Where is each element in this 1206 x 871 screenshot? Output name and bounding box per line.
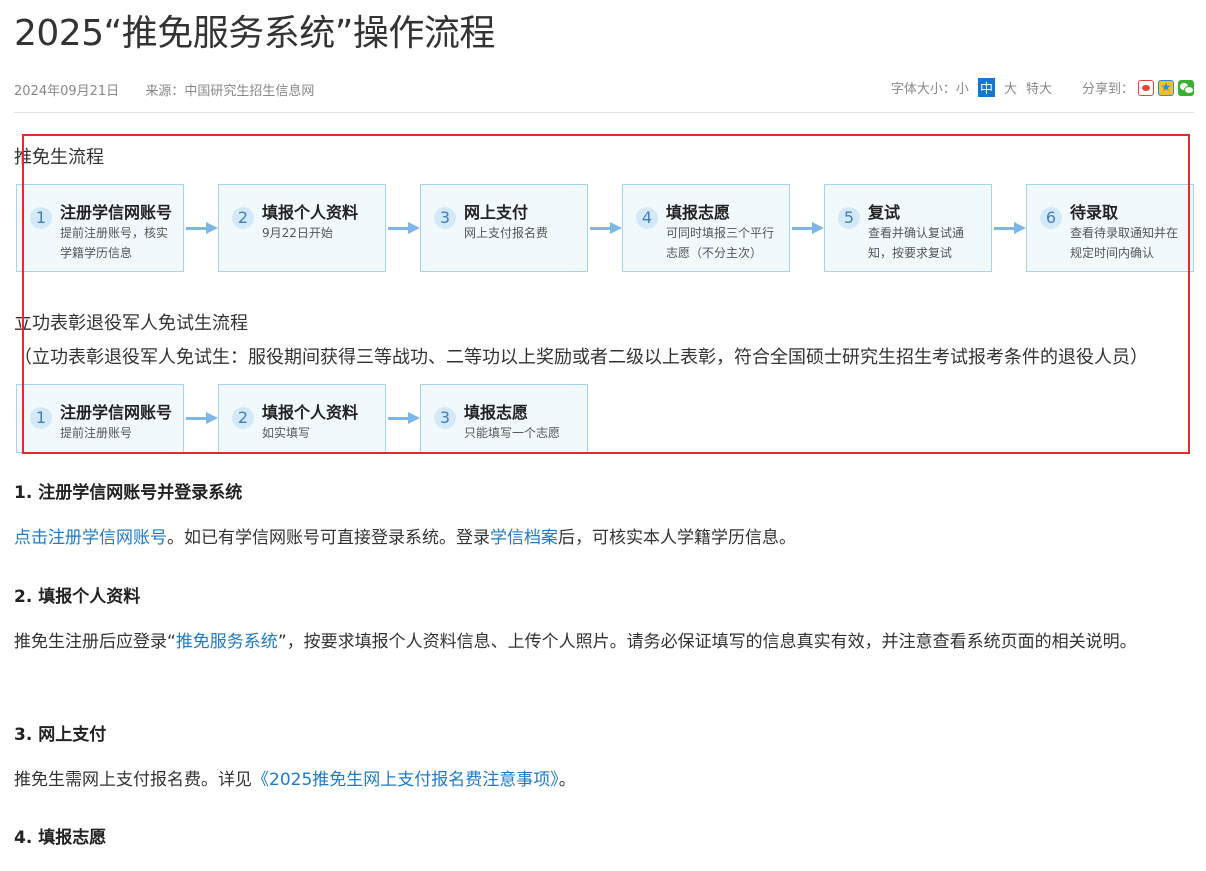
step-number: 3 (434, 207, 456, 229)
tuimian-system-link[interactable]: 推免服务系统 (176, 632, 278, 652)
font-size-large[interactable]: 大 (1004, 78, 1017, 97)
section-paragraph-2: 推免生注册后应登录“推免服务系统”，按要求填报个人资料信息、上传个人照片。请务必… (14, 625, 1174, 660)
step-name: 复试 (868, 203, 901, 222)
arrow-right-icon (388, 222, 420, 234)
arrow-right-icon (590, 222, 622, 234)
highlight-box (22, 134, 1190, 454)
step-desc: 如实填写 (262, 426, 311, 440)
flow1-step-5: 5 复试 查看并确认复试通知，按要求复试 (824, 184, 992, 272)
paragraph-text: 。如已有学信网账号可直接登录系统。登录 (167, 528, 490, 548)
flow2-step-3: 3 填报志愿 只能填写一个志愿 (420, 384, 588, 453)
publish-date: 2024年09月21日 (14, 84, 120, 99)
step-name: 注册学信网账号 (60, 403, 173, 422)
step-name: 网上支付 (464, 203, 529, 222)
step-number: 6 (1040, 207, 1062, 229)
flow2-note: （立功表彰退役军人免试生：服役期间获得三等战功、二等功以上奖励或者二级以上表彰，… (14, 347, 1148, 368)
section-paragraph-3: 推免生需网上支付报名费。详见《2025推免生网上支付报名费注意事项》。 (14, 763, 1174, 798)
step-name: 注册学信网账号 (60, 203, 173, 222)
flow2-step-1: 1 注册学信网账号 提前注册账号 (16, 384, 184, 453)
header-divider (14, 112, 1194, 113)
flow1-step-2: 2 填报个人资料 9月22日开始 (218, 184, 386, 272)
step-number: 1 (30, 207, 52, 229)
step-name: 填报志愿 (464, 403, 529, 422)
share-label: 分享到： (1081, 82, 1134, 97)
weibo-icon[interactable] (1138, 79, 1154, 96)
step-number: 4 (636, 207, 658, 229)
section-heading-4: 4. 填报志愿 (14, 828, 107, 848)
arrow-right-icon (186, 412, 218, 424)
section-paragraph-1: 点击注册学信网账号。如已有学信网账号可直接登录系统。登录学信档案后，可核实本人学… (14, 521, 1174, 556)
step-name: 填报志愿 (666, 203, 731, 222)
paragraph-text: 后，可核实本人学籍学历信息。 (558, 528, 796, 548)
payment-notice-link[interactable]: 《2025推免生网上支付报名费注意事项》 (252, 770, 559, 790)
step-number: 2 (232, 207, 254, 229)
flow1-step-4: 4 填报志愿 可同时填报三个平行志愿（不分主次） (622, 184, 790, 272)
chsi-archive-link[interactable]: 学信档案 (490, 528, 558, 548)
flow1-step-6: 6 待录取 查看待录取通知并在规定时间内确认 (1026, 184, 1194, 272)
flow2-step-2: 2 填报个人资料 如实填写 (218, 384, 386, 453)
wechat-icon[interactable] (1178, 79, 1194, 96)
step-number: 3 (434, 407, 456, 429)
step-name: 填报个人资料 (262, 403, 359, 422)
section-heading-3: 3. 网上支付 (14, 725, 107, 745)
step-desc: 查看待录取通知并在规定时间内确认 (1070, 226, 1179, 260)
step-desc: 查看并确认复试通知，按要求复试 (868, 226, 965, 260)
arrow-right-icon (792, 222, 824, 234)
step-name: 填报个人资料 (262, 203, 359, 222)
paragraph-text: ”，按要求填报个人资料信息、上传个人照片。请务必保证填写的信息真实有效，并注意查… (277, 632, 1137, 652)
step-desc: 网上支付报名费 (464, 226, 549, 240)
arrow-right-icon (994, 222, 1026, 234)
page-title: 2025“推免服务系统”操作流程 (14, 13, 495, 54)
section-heading-2: 2. 填报个人资料 (14, 587, 141, 607)
step-desc: 提前注册账号 (60, 426, 133, 440)
paragraph-text: 推免生注册后应登录“ (14, 632, 176, 652)
article-meta: 2024年09月21日 来源：中国研究生招生信息网 字体大小： 小 中 大 特大… (14, 78, 1194, 100)
flow2-title: 立功表彰退役军人免试生流程 (14, 313, 248, 334)
font-size-label: 字体大小： (890, 82, 956, 97)
step-name: 待录取 (1070, 203, 1119, 222)
paragraph-text: 推免生需网上支付报名费。详见 (14, 770, 252, 790)
section-heading-1: 1. 注册学信网账号并登录系统 (14, 483, 243, 503)
step-number: 5 (838, 207, 860, 229)
step-desc: 提前注册账号，核实学籍学历信息 (60, 226, 169, 260)
arrow-right-icon (388, 412, 420, 424)
arrow-right-icon (186, 222, 218, 234)
flow1-title: 推免生流程 (14, 147, 104, 168)
flow1-step-1: 1 注册学信网账号 提前注册账号，核实学籍学历信息 (16, 184, 184, 272)
article-source: 来源：中国研究生招生信息网 (145, 84, 315, 99)
step-desc: 只能填写一个志愿 (464, 426, 561, 440)
step-number: 2 (232, 407, 254, 429)
step-number: 1 (30, 407, 52, 429)
register-chsi-link[interactable]: 点击注册学信网账号 (14, 528, 167, 548)
font-size-small[interactable]: 小 (956, 78, 969, 97)
step-desc: 可同时填报三个平行志愿（不分主次） (666, 226, 775, 260)
step-desc: 9月22日开始 (262, 226, 333, 240)
font-size-medium[interactable]: 中 (977, 78, 995, 97)
qzone-icon[interactable]: ★ (1158, 79, 1174, 96)
paragraph-text: 。 (558, 770, 576, 790)
flow1-step-3: 3 网上支付 网上支付报名费 (420, 184, 588, 272)
font-size-xlarge[interactable]: 特大 (1026, 78, 1052, 97)
